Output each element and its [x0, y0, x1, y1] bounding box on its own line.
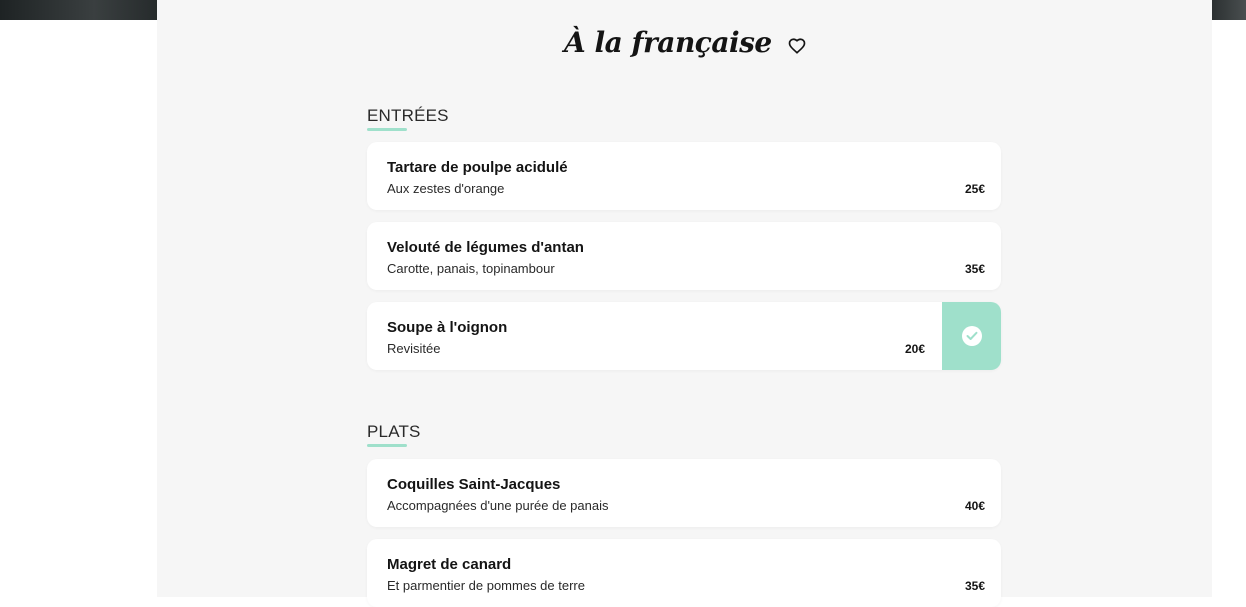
menu-item-name: Tartare de poulpe acidulé	[387, 159, 568, 176]
menu-item-description: Accompagnées d'une purée de panais	[387, 498, 609, 513]
menu-item-name: Soupe à l'oignon	[387, 319, 508, 336]
menu-item-card[interactable]: Coquilles Saint-Jacques Accompagnées d'u…	[367, 459, 1001, 527]
menu-item-card-selected[interactable]: Soupe à l'oignon Revisitée 20€	[367, 302, 1001, 370]
menu-item-name: Coquilles Saint-Jacques	[387, 476, 561, 493]
menu-item-name: Velouté de légumes d'antan	[387, 239, 584, 256]
selected-indicator[interactable]	[942, 302, 1001, 370]
menu-item-card[interactable]: Velouté de légumes d'antan Carotte, pana…	[367, 222, 1001, 290]
restaurant-header: À la française	[157, 24, 1212, 68]
menu-item-price: 25€	[964, 182, 985, 196]
background-image-right	[1212, 0, 1246, 20]
background-image-left	[0, 0, 157, 20]
menu-item-price: 35€	[964, 262, 985, 276]
menu-item-price: 40€	[964, 499, 985, 513]
section-underline	[367, 444, 407, 447]
menu-item-description: Carotte, panais, topinambour	[387, 261, 555, 276]
menu-item-description: Aux zestes d'orange	[387, 181, 505, 196]
menu-item-card[interactable]: Tartare de poulpe acidulé Aux zestes d'o…	[367, 142, 1001, 210]
section-title-label: ENTRÉES	[367, 106, 449, 125]
check-circle-icon	[962, 326, 982, 346]
menu-item-name: Magret de canard	[387, 556, 512, 573]
menu-item-description: Et parmentier de pommes de terre	[387, 578, 585, 593]
section-title-plats: PLATS	[367, 422, 421, 447]
section-title-entrees: ENTRÉES	[367, 106, 449, 131]
heart-icon[interactable]	[788, 37, 806, 55]
menu-item-description: Revisitée	[387, 341, 441, 356]
menu-item-price: 35€	[964, 579, 985, 593]
section-title-label: PLATS	[367, 422, 421, 441]
menu-panel: À la française ENTRÉES Tartare de poulpe…	[157, 0, 1212, 607]
section-underline	[367, 128, 407, 131]
menu-item-price: 20€	[904, 342, 925, 356]
restaurant-title: À la française	[564, 26, 772, 59]
